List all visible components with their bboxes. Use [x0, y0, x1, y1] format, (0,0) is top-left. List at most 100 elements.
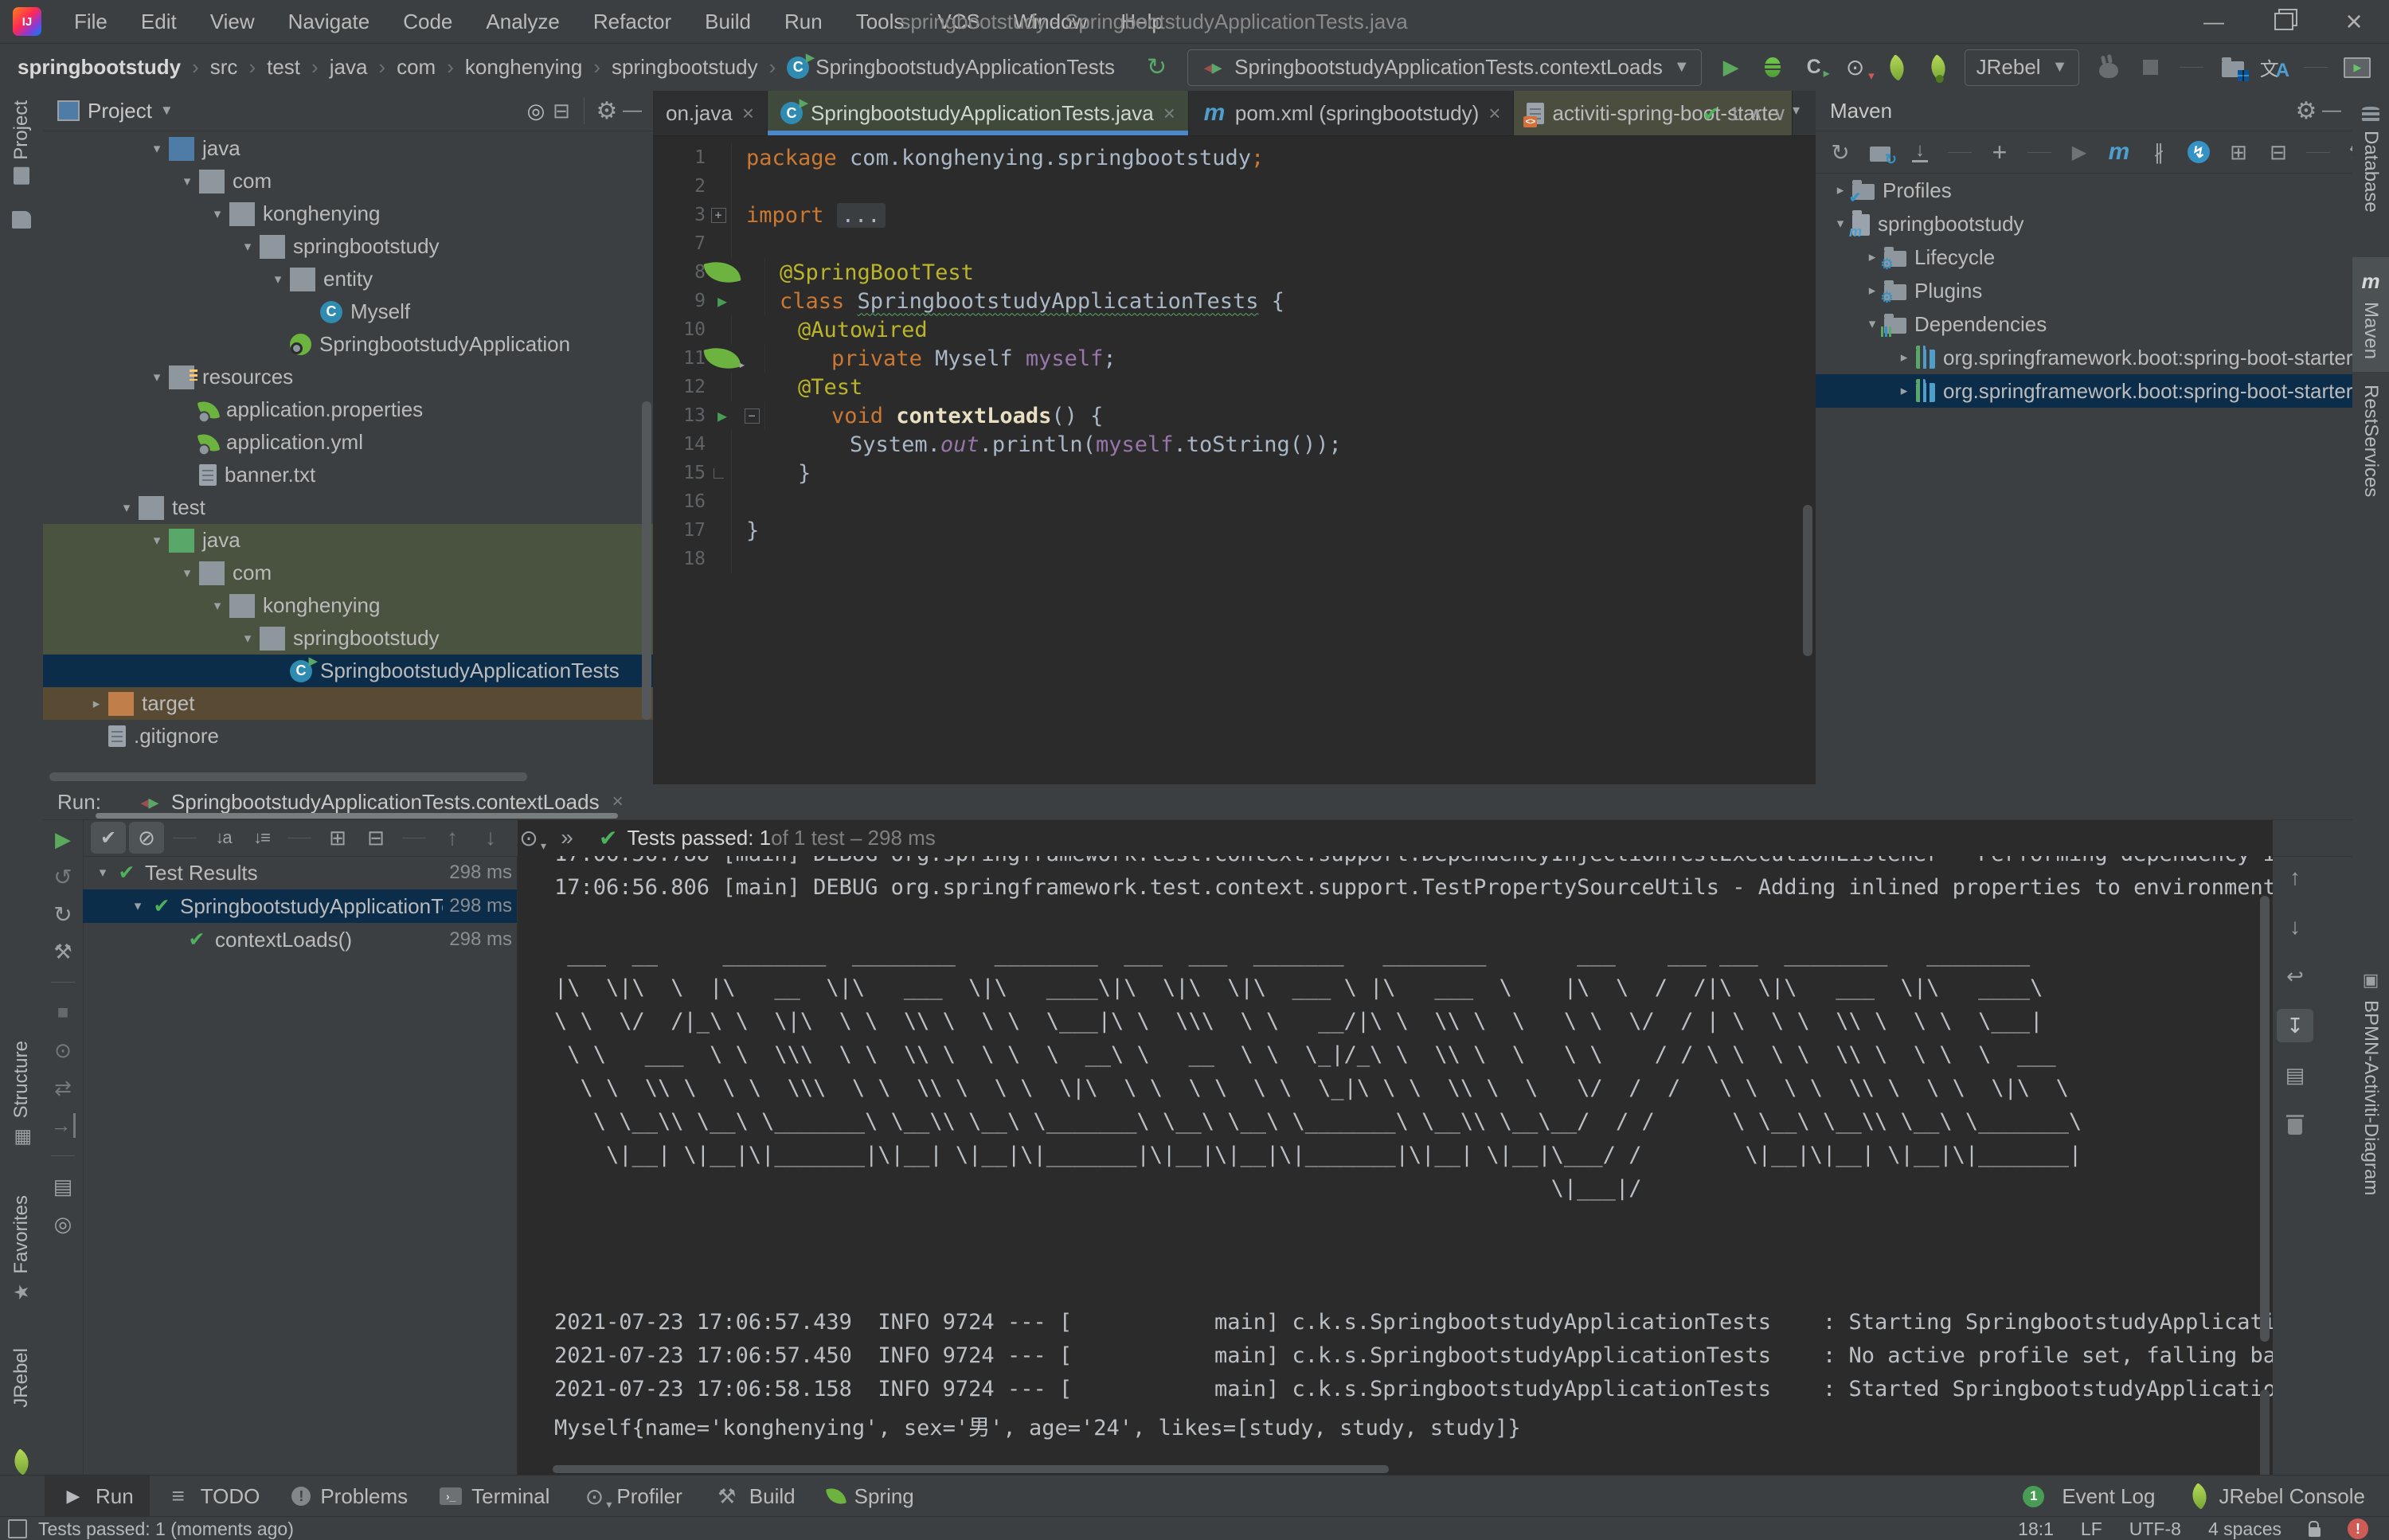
test-toolbar-button[interactable]: [473, 822, 508, 854]
tool-window-button[interactable]: Profiler: [565, 1476, 698, 1517]
run-vtool-button[interactable]: [51, 1155, 75, 1156]
project-tree-row[interactable]: SpringbootstudyApplicationTests: [43, 655, 653, 687]
project-tree-row[interactable]: banner.txt: [43, 459, 653, 491]
maven-toolbar-button[interactable]: [2180, 135, 2217, 170]
tool-strip-database[interactable]: Database: [2352, 94, 2389, 225]
jrebel-select[interactable]: JRebel ▼: [1965, 49, 2080, 86]
breadcrumb-item[interactable]: test: [237, 55, 300, 80]
close-tab-icon[interactable]: ×: [1488, 101, 1500, 126]
test-toolbar-button[interactable]: [91, 822, 126, 854]
project-tree-row[interactable]: ▾ konghenying: [43, 589, 653, 622]
maven-tree-row[interactable]: ▸ org.springframework.boot:spring-boot-s…: [1816, 374, 2352, 408]
breadcrumb-item[interactable]: springbootstudy: [18, 55, 181, 80]
tool-window-switcher-icon[interactable]: [8, 1519, 27, 1538]
menu-item[interactable]: Code: [386, 0, 469, 43]
fold-marker[interactable]: [706, 545, 732, 573]
maven-toolbar-button[interactable]: [1981, 135, 2018, 170]
fold-marker[interactable]: [706, 315, 732, 344]
menu-item[interactable]: Edit: [124, 0, 194, 43]
close-tab-icon[interactable]: ×: [1163, 101, 1175, 126]
maven-toolbar-button[interactable]: [1862, 135, 1898, 170]
minimize-button[interactable]: —: [2179, 0, 2249, 43]
gutter-icon[interactable]: [706, 289, 739, 313]
project-tree-row[interactable]: ▾ java: [43, 524, 653, 557]
tool-window-button[interactable]: Run: [45, 1476, 150, 1517]
toolbar-action-button[interactable]: [2132, 50, 2168, 85]
tool-strip-restservices[interactable]: RestServices: [2352, 372, 2389, 510]
test-toolbar-button[interactable]: [549, 822, 585, 854]
tool-window-button[interactable]: Terminal: [424, 1476, 565, 1517]
editor-tab[interactable]: pom.xml (springbootstudy) ×: [1189, 91, 1515, 135]
maven-tree-row[interactable]: ▸ Lifecycle: [1816, 240, 2352, 274]
project-tree-row[interactable]: ▾ com: [43, 165, 653, 197]
gutter-icon[interactable]: [706, 404, 739, 428]
close-tab-icon[interactable]: ×: [612, 791, 624, 813]
menu-item[interactable]: View: [194, 0, 272, 43]
maven-tree-row[interactable]: ▸ org.springframework.boot:spring-boot-s…: [1816, 341, 2352, 374]
tool-window-button[interactable]: Spring: [811, 1476, 930, 1517]
build-project-icon[interactable]: ↻: [1147, 53, 1167, 81]
toolbar-action-button[interactable]: [2215, 50, 2251, 85]
console-tool-button[interactable]: [2277, 960, 2313, 993]
fold-marker[interactable]: [706, 143, 732, 172]
menu-item[interactable]: Analyze: [469, 0, 577, 43]
fold-marker[interactable]: [706, 229, 732, 258]
test-toolbar-button[interactable]: [244, 822, 279, 854]
test-toolbar-button[interactable]: [358, 822, 393, 854]
editor-scrollbar[interactable]: [1803, 505, 1812, 656]
toolbar-action-button[interactable]: [1754, 50, 1791, 85]
tool-strip-maven[interactable]: Maven: [2352, 257, 2389, 372]
run-vtool-button[interactable]: [50, 902, 76, 926]
project-tree-row[interactable]: ▾ com: [43, 557, 653, 589]
commander-icon[interactable]: [12, 211, 31, 229]
gear-icon[interactable]: [594, 99, 620, 123]
status-widget[interactable]: 18:1: [2018, 1519, 2054, 1540]
toolbar-action-button[interactable]: [2380, 50, 2389, 85]
console-tool-button[interactable]: [2277, 1108, 2313, 1141]
tool-window-button[interactable]: TODO: [150, 1476, 276, 1517]
hide-panel-icon[interactable]: [2319, 99, 2344, 123]
test-toolbar-button[interactable]: [435, 822, 470, 854]
project-scrollbar-vertical[interactable]: [642, 401, 651, 720]
fold-marker[interactable]: −: [739, 401, 765, 430]
console-scrollbar-lower[interactable]: [2260, 1390, 2270, 1475]
test-result-row[interactable]: ▾ Test Results 298 ms: [83, 856, 517, 889]
project-panel-title[interactable]: Project ▼: [57, 99, 174, 123]
inspection-widget[interactable]: ✔ 1 ∧ ∨: [1703, 102, 1787, 127]
toolbar-action-button[interactable]: [2339, 50, 2375, 85]
tool-window-button[interactable]: Problems: [276, 1476, 424, 1517]
toolbar-action-button[interactable]: [1920, 50, 1957, 85]
gear-icon[interactable]: [2293, 99, 2319, 123]
maven-tree-row[interactable]: ▾ springbootstudy: [1816, 207, 2352, 240]
test-toolbar-button[interactable]: [167, 822, 202, 854]
project-tree-row[interactable]: application.properties: [43, 393, 653, 426]
project-tree-row[interactable]: ▾ konghenying: [43, 197, 653, 230]
toolbar-action-button[interactable]: [1837, 50, 1874, 85]
project-tree-row[interactable]: Myself: [43, 295, 653, 328]
maven-toolbar-button[interactable]: [2021, 135, 2058, 170]
status-widget[interactable]: 4 spaces: [2208, 1519, 2281, 1540]
run-tab[interactable]: SpringbootstudyApplicationTests.contextL…: [136, 790, 624, 815]
fold-marker[interactable]: [706, 172, 732, 201]
tool-window-button[interactable]: Build: [698, 1476, 811, 1517]
run-vtool-button[interactable]: [50, 865, 76, 889]
menu-item[interactable]: Refactor: [577, 0, 688, 43]
fold-marker[interactable]: [706, 430, 732, 459]
console-tool-button[interactable]: [2277, 1058, 2313, 1092]
breadcrumb-item[interactable]: konghenying: [436, 55, 582, 80]
project-tree-row[interactable]: ▸ target: [43, 687, 653, 720]
prev-problem-icon[interactable]: ∧: [1750, 103, 1764, 126]
tool-strip-favorites[interactable]: ★ Favorites: [10, 1195, 33, 1304]
maven-toolbar-button[interactable]: [1822, 135, 1859, 170]
test-result-row[interactable]: ▾ SpringbootstudyApplicationTest 298 ms: [83, 889, 517, 923]
close-button[interactable]: ×: [2319, 0, 2389, 43]
run-vtool-button[interactable]: [50, 1001, 76, 1025]
run-vtool-button[interactable]: [50, 1175, 76, 1198]
maven-tree-row[interactable]: ▾ Dependencies: [1816, 307, 2352, 341]
breadcrumb-item[interactable]: src: [181, 55, 237, 80]
project-tree-row[interactable]: SpringbootstudyApplication: [43, 328, 653, 361]
menu-item[interactable]: Build: [688, 0, 768, 43]
code-area[interactable]: 1 package com.konghenying.springbootstud…: [653, 135, 1816, 784]
console-output[interactable]: 17:06:56.788 [main] DEBUG org.springfram…: [518, 856, 2273, 1462]
tool-strip-structure[interactable]: Structure: [9, 1041, 34, 1150]
